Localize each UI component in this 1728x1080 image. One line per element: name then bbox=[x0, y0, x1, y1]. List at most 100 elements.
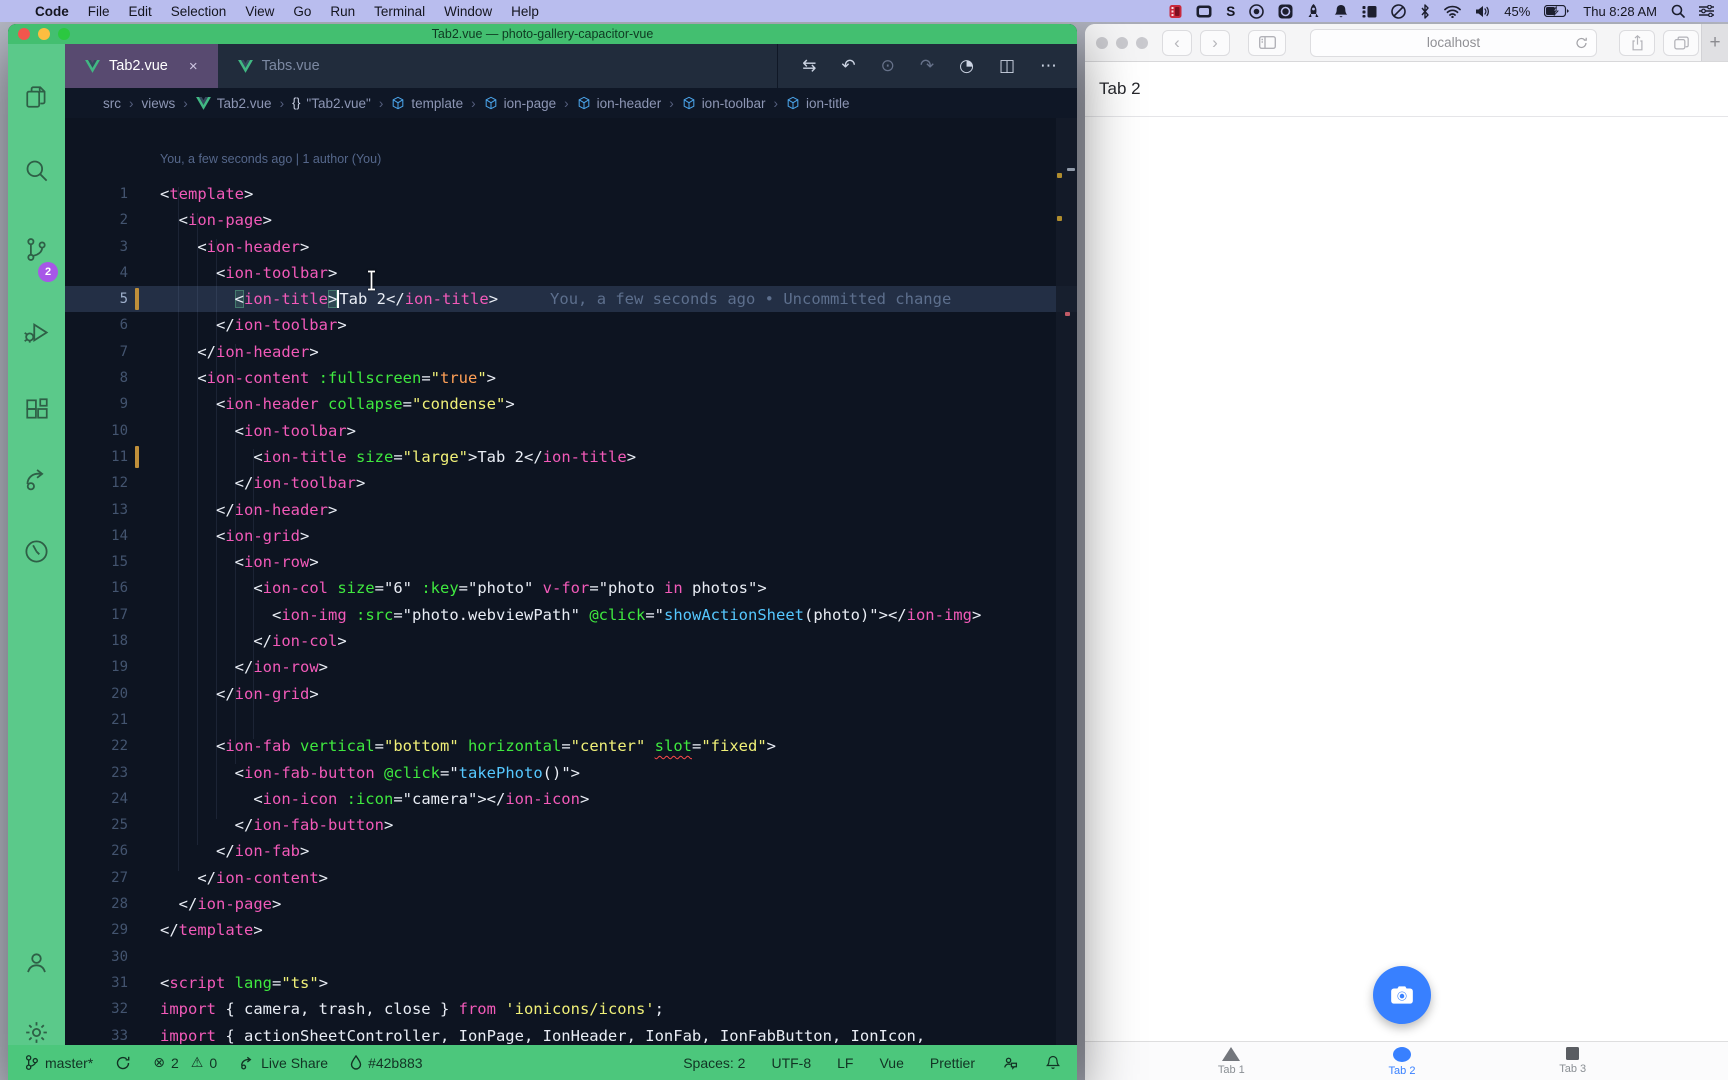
menu-terminal[interactable]: Terminal bbox=[374, 4, 425, 19]
code-line-29[interactable]: 29</template> bbox=[65, 917, 1077, 943]
reload-icon[interactable] bbox=[1575, 36, 1588, 50]
language-status[interactable]: Vue bbox=[879, 1055, 903, 1071]
search-icon[interactable] bbox=[8, 157, 65, 184]
record-icon[interactable] bbox=[1278, 3, 1293, 19]
bell-icon[interactable] bbox=[1334, 3, 1348, 19]
address-bar[interactable]: localhost bbox=[1310, 29, 1597, 57]
safari-zoom-button[interactable] bbox=[1136, 37, 1148, 49]
code-line-27[interactable]: 27 </ion-content> bbox=[65, 865, 1077, 891]
breadcrumb-item-ion-header[interactable]: ion-header bbox=[577, 96, 662, 111]
spotlight-icon[interactable] bbox=[1671, 3, 1685, 19]
feedback-icon[interactable] bbox=[1001, 1054, 1019, 1071]
editor-tab-tabs.vue[interactable]: Tabs.vue bbox=[218, 44, 340, 88]
breadcrumb-item-template[interactable]: template bbox=[391, 96, 463, 111]
navigate-current-icon[interactable]: ⊙ bbox=[881, 56, 895, 76]
menu-selection[interactable]: Selection bbox=[171, 4, 227, 19]
notifications-bell-icon[interactable] bbox=[1045, 1054, 1061, 1071]
wifi-icon[interactable] bbox=[1444, 3, 1461, 19]
breadcrumb-item-ion-title[interactable]: ion-title bbox=[786, 96, 850, 111]
codelens-annotation[interactable]: You, a few seconds ago | 1 author (You) bbox=[160, 152, 381, 166]
bluetooth-icon[interactable] bbox=[1420, 3, 1430, 19]
close-tab-icon[interactable]: × bbox=[189, 58, 198, 75]
run-debug-icon[interactable] bbox=[8, 319, 65, 346]
code-line-26[interactable]: 26 </ion-fab> bbox=[65, 838, 1077, 864]
volume-icon[interactable] bbox=[1475, 3, 1490, 19]
ionic-tab-tab-3[interactable]: Tab 3 bbox=[1487, 1042, 1658, 1080]
navigate-forward-icon[interactable]: ↷ bbox=[920, 56, 934, 76]
color-chip-indicator[interactable]: #42b883 bbox=[350, 1055, 423, 1071]
rocket-icon[interactable] bbox=[1307, 3, 1320, 19]
tab-overview-icon[interactable] bbox=[1663, 30, 1699, 56]
do-not-disturb-icon[interactable] bbox=[1391, 3, 1406, 19]
tab-label: Tabs.vue bbox=[262, 58, 320, 74]
film-icon[interactable] bbox=[1169, 3, 1182, 19]
explorer-icon[interactable] bbox=[8, 84, 65, 110]
branch-indicator[interactable]: master* bbox=[24, 1054, 93, 1071]
menu-window[interactable]: Window bbox=[444, 4, 492, 19]
gutter bbox=[128, 760, 160, 786]
line-number: 10 bbox=[65, 418, 128, 444]
sync-button[interactable] bbox=[115, 1055, 131, 1071]
menu-file[interactable]: File bbox=[88, 4, 110, 19]
navigate-back-icon[interactable]: ↶ bbox=[841, 56, 855, 76]
code-line-2[interactable]: 2 <ion-page> bbox=[65, 207, 1077, 233]
menu-go[interactable]: Go bbox=[293, 4, 311, 19]
breadcrumb-item-ion-toolbar[interactable]: ion-toolbar bbox=[682, 96, 766, 111]
safari-close-button[interactable] bbox=[1096, 37, 1108, 49]
more-actions-icon[interactable]: ⋯ bbox=[1040, 56, 1057, 76]
run-icon[interactable]: ◔ bbox=[959, 56, 974, 76]
ionic-tab-tab-2[interactable]: Tab 2 bbox=[1317, 1042, 1488, 1080]
problems-indicator[interactable]: ⊗ 2 ⚠ 0 bbox=[153, 1055, 217, 1071]
settings-gear-icon[interactable] bbox=[8, 1019, 65, 1046]
formatter-status[interactable]: Prettier bbox=[930, 1055, 975, 1071]
code-line-1[interactable]: 1<template> bbox=[65, 181, 1077, 207]
test-runner-icon[interactable] bbox=[8, 538, 65, 565]
symbol-cube-icon bbox=[682, 96, 696, 110]
safari-minimize-button[interactable] bbox=[1116, 37, 1128, 49]
gutter bbox=[128, 838, 160, 864]
display-icon[interactable] bbox=[1196, 3, 1212, 19]
minimap[interactable] bbox=[1056, 118, 1077, 1045]
sidebar-toggle-icon[interactable] bbox=[1248, 30, 1286, 56]
s-app-icon[interactable]: S bbox=[1226, 3, 1235, 19]
menu-help[interactable]: Help bbox=[511, 4, 539, 19]
code-line-30[interactable]: 30 bbox=[65, 944, 1077, 970]
share-icon[interactable] bbox=[1619, 30, 1655, 56]
breadcrumb-item-views[interactable]: views bbox=[142, 96, 176, 111]
encoding-status[interactable]: UTF-8 bbox=[771, 1055, 811, 1071]
ionic-tab-tab-1[interactable]: Tab 1 bbox=[1146, 1042, 1317, 1080]
menu-view[interactable]: View bbox=[245, 4, 274, 19]
breadcrumb-item-tab2-vue[interactable]: Tab2.vue bbox=[196, 96, 272, 111]
stage-manager-icon[interactable] bbox=[1362, 3, 1377, 19]
split-editor-icon[interactable]: ◫ bbox=[999, 56, 1015, 76]
back-button[interactable]: ‹ bbox=[1162, 30, 1192, 56]
vscode-title-bar[interactable]: Tab2.vue — photo-gallery-capacitor-vue bbox=[8, 24, 1077, 44]
line-number: 7 bbox=[65, 339, 128, 365]
indentation-status[interactable]: Spaces: 2 bbox=[683, 1055, 745, 1071]
new-tab-button[interactable]: + bbox=[1701, 24, 1728, 61]
menu-edit[interactable]: Edit bbox=[129, 4, 152, 19]
menu-run[interactable]: Run bbox=[330, 4, 355, 19]
menu-clock[interactable]: Thu 8:28 AM bbox=[1583, 4, 1657, 19]
eol-status[interactable]: LF bbox=[837, 1055, 853, 1071]
forward-button[interactable]: › bbox=[1200, 30, 1230, 56]
live-share-icon[interactable] bbox=[8, 466, 65, 493]
code-line-32[interactable]: 32import { camera, trash, close } from '… bbox=[65, 996, 1077, 1022]
breadcrumb-item-src[interactable]: src bbox=[103, 96, 121, 111]
editor-tab-tab2.vue[interactable]: Tab2.vue× bbox=[65, 44, 218, 88]
extensions-icon[interactable] bbox=[8, 396, 65, 422]
compare-changes-icon[interactable]: ⇆ bbox=[802, 56, 816, 76]
code-line-31[interactable]: 31<script lang="ts"> bbox=[65, 970, 1077, 996]
breadcrumb-item--tab2-vue-[interactable]: {}"Tab2.vue" bbox=[292, 96, 371, 111]
target-icon[interactable] bbox=[1249, 3, 1264, 19]
code-line-28[interactable]: 28 </ion-page> bbox=[65, 891, 1077, 917]
menu-code[interactable]: Code bbox=[35, 4, 69, 19]
breadcrumb-item-ion-page[interactable]: ion-page bbox=[484, 96, 557, 111]
breadcrumb[interactable]: src›views›Tab2.vue›{}"Tab2.vue"›template… bbox=[65, 88, 1077, 118]
code-line-33[interactable]: 33import { actionSheetController, IonPag… bbox=[65, 1023, 1077, 1046]
accounts-icon[interactable] bbox=[8, 949, 65, 976]
control-center-icon[interactable] bbox=[1699, 3, 1714, 19]
camera-fab-button[interactable] bbox=[1373, 966, 1431, 1024]
live-share-button[interactable]: Live Share bbox=[239, 1055, 328, 1071]
source-control-icon[interactable] bbox=[8, 236, 65, 263]
